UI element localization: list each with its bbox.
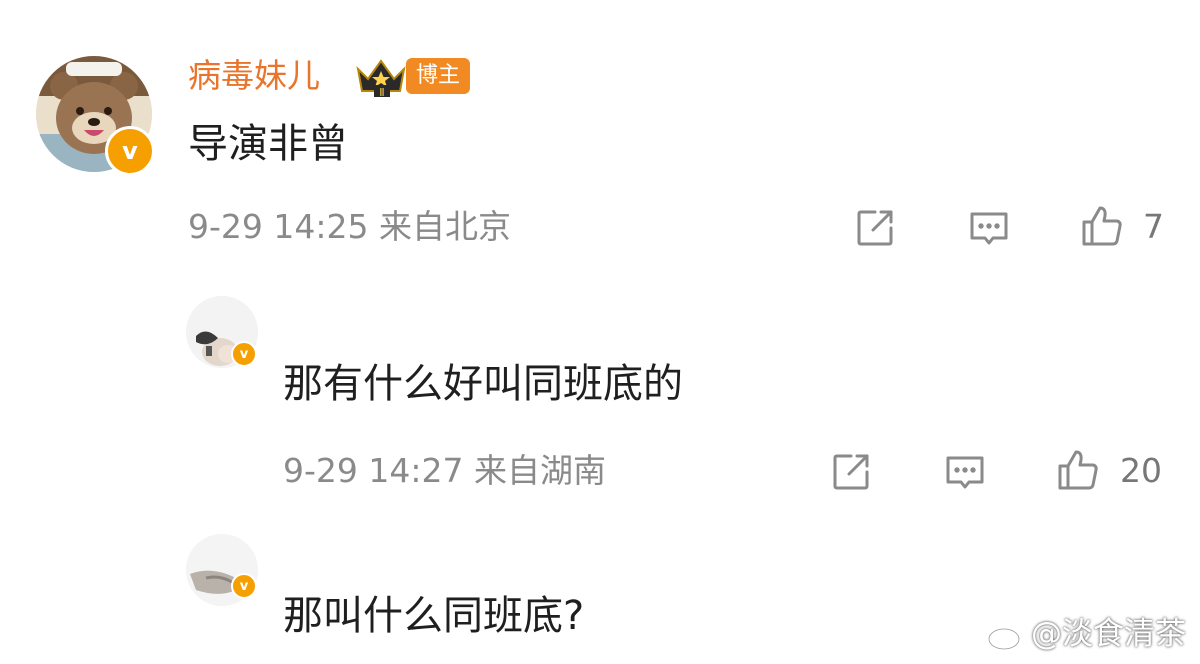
weibo-logo-icon xyxy=(987,621,1025,651)
reply-meta: 9-29 14:27 来自湖南 xyxy=(283,451,606,490)
reply-text: 那叫什么同班底? xyxy=(283,593,585,639)
watermark: @淡食清茶 xyxy=(987,612,1186,656)
like-icon[interactable] xyxy=(1080,204,1124,248)
comment-meta: 9-29 14:25 来自北京 xyxy=(188,207,511,246)
comment-icon[interactable] xyxy=(943,450,987,494)
like-icon[interactable] xyxy=(1056,448,1100,492)
verified-badge: v xyxy=(231,573,257,599)
like-count: 20 xyxy=(1120,451,1162,490)
crown-icon: Ⅱ xyxy=(354,55,408,99)
comment-text: 导演非曾 xyxy=(188,121,348,167)
crown-level: Ⅱ xyxy=(379,86,384,99)
comment-icon[interactable] xyxy=(967,206,1011,250)
verified-badge: v xyxy=(105,126,155,176)
reply-text: 那有什么好叫同班底的 xyxy=(283,361,683,407)
share-icon[interactable] xyxy=(829,450,873,494)
watermark-text: @淡食清茶 xyxy=(1031,616,1186,652)
username[interactable]: 病毒妹儿 xyxy=(188,54,320,98)
blogger-badge: 博主 xyxy=(406,58,471,94)
like-count: 7 xyxy=(1143,207,1164,246)
share-icon[interactable] xyxy=(853,206,897,250)
verified-badge: v xyxy=(231,341,257,367)
